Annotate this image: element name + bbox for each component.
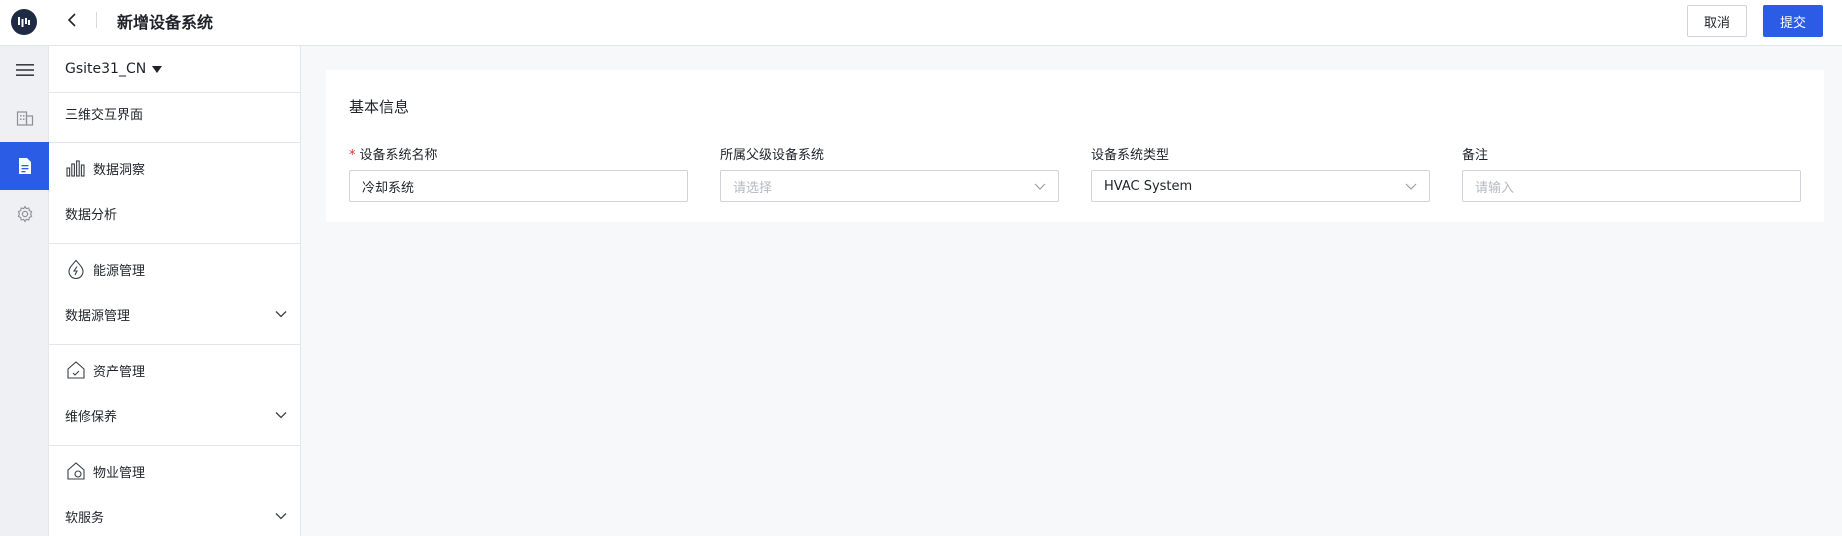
building-icon <box>16 111 33 126</box>
chevron-down-icon <box>1405 183 1417 190</box>
menu-group-label: 数据洞察 <box>93 162 146 178</box>
top-bar: 新增设备系统 取消 提交 <box>0 0 1842 46</box>
menu-item-maintenance[interactable]: 维修保养 <box>65 406 117 425</box>
parent-system-select[interactable]: 请选择 <box>720 170 1059 202</box>
chevron-down-icon <box>1034 183 1046 190</box>
energy-drop-icon <box>65 258 87 280</box>
input-placeholder: 请输入 <box>1475 180 1515 196</box>
menu-item-data-analysis[interactable]: 数据分析 <box>65 204 117 223</box>
site-selector[interactable]: Gsite31_CN <box>49 46 300 93</box>
back-arrow-icon[interactable] <box>62 8 82 32</box>
chevron-down-icon[interactable] <box>274 408 288 422</box>
menu-item-3d-interface[interactable]: 三维交互界面 <box>65 104 143 123</box>
property-house-icon <box>65 460 87 482</box>
menu-item-soft-service[interactable]: 软服务 <box>65 507 104 526</box>
input-value: 冷却系统 <box>362 180 415 196</box>
chevron-down-icon[interactable] <box>274 509 288 523</box>
document-icon <box>18 158 31 174</box>
basic-info-card: 基本信息 * 设备系统名称 冷却系统 所属父级设备系统 请选择 设备系统类型 HV… <box>326 70 1824 222</box>
field-system-type: 设备系统类型 HVAC System <box>1091 144 1431 202</box>
gear-icon <box>17 205 32 223</box>
menu-icon <box>15 64 34 76</box>
select-placeholder: 请选择 <box>733 180 773 196</box>
menu-group-label: 资产管理 <box>93 364 146 380</box>
chevron-down-icon[interactable] <box>274 307 288 321</box>
asset-house-icon <box>65 359 87 381</box>
remarks-input[interactable]: 请输入 <box>1462 170 1801 202</box>
field-system-name: * 设备系统名称 冷却系统 <box>349 144 689 202</box>
site-name: Gsite31_CN <box>65 61 147 77</box>
field-label: 设备系统名称 <box>359 148 438 163</box>
field-label: 设备系统类型 <box>1091 148 1170 163</box>
system-name-input[interactable]: 冷却系统 <box>349 170 688 202</box>
menu-divider <box>49 142 300 143</box>
menu-divider <box>49 344 300 345</box>
field-label: 备注 <box>1462 148 1489 163</box>
rail-item-buildings[interactable] <box>0 94 49 142</box>
menu-toggle-button[interactable] <box>0 46 49 94</box>
page-title: 新增设备系统 <box>117 13 214 32</box>
field-label: 所属父级设备系统 <box>720 148 825 163</box>
submit-button[interactable]: 提交 <box>1763 5 1823 37</box>
side-menu: Gsite31_CN 三维交互界面 数据洞察 数据分析 能源管理 数据源管理 资… <box>49 46 301 536</box>
icon-rail <box>0 46 49 536</box>
field-remarks: 备注 请输入 <box>1462 144 1802 202</box>
title-divider <box>96 12 97 28</box>
menu-group-asset[interactable]: 资产管理 <box>65 359 145 381</box>
system-type-select[interactable]: HVAC System <box>1091 170 1430 202</box>
menu-divider <box>49 243 300 244</box>
section-title: 基本信息 <box>349 98 410 116</box>
cancel-button[interactable]: 取消 <box>1687 5 1747 37</box>
rail-item-documents[interactable] <box>0 142 49 190</box>
select-value: HVAC System <box>1104 178 1193 194</box>
menu-group-property[interactable]: 物业管理 <box>65 460 145 482</box>
menu-group-energy[interactable]: 能源管理 <box>65 258 145 280</box>
menu-group-data-insight[interactable]: 数据洞察 <box>65 157 145 179</box>
field-parent-system: 所属父级设备系统 请选择 <box>720 144 1060 202</box>
rail-item-settings[interactable] <box>0 190 49 238</box>
app-logo-icon[interactable] <box>11 9 37 35</box>
menu-divider <box>49 445 300 446</box>
bar-chart-icon <box>65 157 87 179</box>
caret-down-icon <box>152 66 163 73</box>
menu-item-datasource[interactable]: 数据源管理 <box>65 305 130 324</box>
required-mark: * <box>349 148 356 163</box>
menu-group-label: 物业管理 <box>93 465 146 481</box>
menu-group-label: 能源管理 <box>93 263 146 279</box>
